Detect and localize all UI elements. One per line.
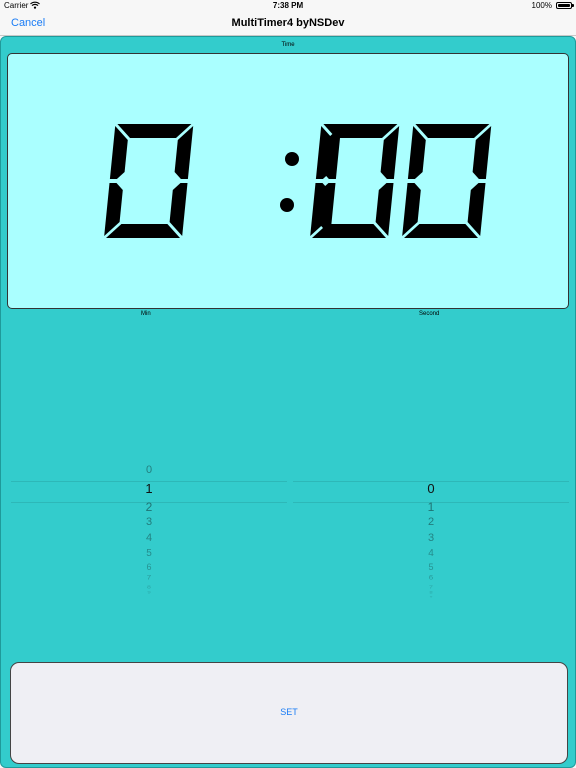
picker-item[interactable]: 5: [293, 562, 569, 572]
digit-0-segment-d: [106, 224, 180, 238]
picker-item-selected[interactable]: 0: [293, 482, 569, 495]
picker-item[interactable]: 7: [293, 585, 569, 590]
colon-dot-bottom: [280, 198, 294, 212]
digit-2-segment-c: [375, 183, 394, 236]
cancel-button[interactable]: Cancel: [11, 17, 45, 29]
picker-item[interactable]: 3: [293, 533, 569, 544]
status-bar: Carrier 7:38 PM 100%: [0, 0, 576, 12]
minute-picker[interactable]: 0 1 2 3 4 5 6 7 8 9: [11, 457, 287, 607]
picker-item[interactable]: 2: [11, 501, 287, 513]
picker-item[interactable]: 2: [293, 517, 569, 528]
picker-item[interactable]: 0: [11, 464, 287, 476]
second-label: Second: [419, 311, 440, 317]
set-panel: SET: [10, 662, 568, 764]
picker-item[interactable]: 4: [293, 549, 569, 559]
picker-item[interactable]: 6: [11, 562, 287, 572]
battery-icon: [556, 2, 574, 9]
set-button[interactable]: SET: [11, 707, 567, 717]
picker-item[interactable]: 9: [293, 596, 569, 599]
picker-item[interactable]: 6: [293, 574, 569, 582]
battery-percent: 100%: [531, 1, 552, 10]
timer-container: Time Min Second 0123456789 0123456789 SE…: [0, 36, 576, 768]
picker-item-selected[interactable]: 1: [11, 482, 287, 495]
min-label: Min: [141, 311, 151, 317]
digit-3-segment-c: [467, 183, 486, 236]
picker-item[interactable]: 3: [11, 517, 287, 528]
digit-3-segment-d: [404, 224, 478, 238]
picker-item[interactable]: 5: [11, 549, 287, 559]
picker-item[interactable]: 4: [11, 533, 287, 544]
picker-item[interactable]: 8: [11, 585, 287, 590]
picker-item[interactable]: 7: [11, 574, 287, 582]
digit-0-segment-a: [117, 124, 192, 138]
navigation-bar: Cancel MultiTimer4 byNSDev: [0, 12, 576, 36]
nav-title: MultiTimer4 byNSDev: [231, 17, 345, 29]
time-label: Time: [281, 42, 295, 48]
picker-item[interactable]: 8: [293, 592, 569, 595]
status-time: 7:38 PM: [272, 1, 304, 10]
digit-0-segment-c: [169, 183, 188, 236]
picker-item[interactable]: 9: [11, 592, 287, 595]
second-picker[interactable]: 0 1 2 3 4 5 6 7 89: [293, 457, 569, 607]
time-display: [7, 53, 569, 309]
digit-2-segment-a: [323, 124, 398, 138]
colon-dot-top: [285, 152, 299, 166]
digit-3-segment-a: [415, 124, 490, 138]
picker-item[interactable]: 1: [293, 501, 569, 513]
seven-segment-display: [104, 124, 492, 238]
digit-0-segment-f: [109, 126, 128, 179]
digit-3-segment-f: [407, 126, 426, 179]
